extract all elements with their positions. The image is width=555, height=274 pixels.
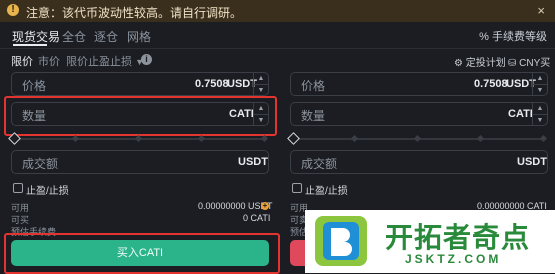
recurring-plan-label: 定投计划 [465, 58, 506, 69]
caret-down-icon[interactable]: ▼ [533, 115, 547, 126]
buy-price-label: 价格 [22, 79, 47, 93]
risk-notice-text: 注意：该代币波动性较高。请自行调研。 [26, 6, 243, 20]
slider-tick[interactable] [260, 134, 269, 143]
fee-level-link[interactable]: % 手续费等级 [479, 28, 547, 44]
close-icon[interactable]: × [537, 3, 545, 18]
deposit-plus-icon[interactable]: + [261, 202, 269, 210]
tab-spot[interactable]: 现货交易 [12, 28, 60, 45]
slider-tick[interactable] [476, 134, 485, 143]
sell-total-unit: USDT [517, 156, 547, 168]
order-type-limit[interactable]: 限价 [11, 53, 33, 69]
risk-notice-bar: ! 注意：该代币波动性较高。请自行调研。 × [0, 0, 555, 22]
sell-amount-field[interactable]: 数量 CATI ▲ ▼ [290, 102, 548, 126]
sell-price-stepper[interactable]: ▲ ▼ [532, 73, 547, 95]
buy-amount-unit: CATI [229, 108, 254, 120]
sell-price-value: 0.7508 [474, 78, 508, 90]
sell-price-label: 价格 [301, 79, 326, 93]
sell-price-field[interactable]: 价格 0.7508 USDT ▲ ▼ [290, 72, 548, 96]
buy-max-value: 0 CATI [243, 213, 271, 223]
buy-total-label: 成交额 [22, 157, 59, 171]
watermark-url: JSKTZ.COM [405, 252, 502, 266]
caret-up-icon[interactable]: ▲ [533, 103, 547, 115]
slider-tick[interactable] [350, 134, 359, 143]
sell-tp-sl-checkbox[interactable] [292, 183, 302, 193]
buy-button[interactable]: 买入CATI [11, 240, 269, 266]
buy-amount-stepper[interactable]: ▲ ▼ [253, 103, 268, 125]
active-tab-indicator [13, 44, 47, 46]
sell-slider-handle[interactable] [287, 132, 300, 145]
watermark-brand: 开拓者奇点 [385, 222, 531, 253]
buy-price-value: 0.7508 [195, 78, 229, 90]
watermark-logo [315, 216, 367, 266]
slider-tick[interactable] [413, 134, 422, 143]
order-type-stop-limit[interactable]: 限价止盈止损 ▼ [66, 53, 144, 69]
tab-isolated-margin[interactable]: 逐仓 [94, 28, 118, 45]
watermark: 开拓者奇点 JSKTZ.COM [305, 210, 555, 273]
buy-amount-field[interactable]: 数量 CATI ▲ ▼ [11, 102, 269, 126]
plan-icon: ⚙ [454, 58, 463, 69]
caret-up-icon[interactable]: ▲ [254, 73, 268, 85]
sell-available-value: 0.00000000 CATI [477, 201, 547, 211]
buy-tp-sl-label[interactable]: 止盈/止损 [26, 182, 69, 197]
tab-grid[interactable]: 网格 [127, 28, 151, 45]
sell-tp-sl-label[interactable]: 止盈/止损 [305, 182, 348, 197]
sell-total-label: 成交额 [301, 157, 338, 171]
buy-total-unit: USDT [238, 156, 268, 168]
warning-icon: ! [7, 4, 19, 16]
caret-down-icon[interactable]: ▼ [254, 115, 268, 126]
caret-down-icon[interactable]: ▼ [533, 85, 547, 96]
caret-down-icon[interactable]: ▼ [254, 85, 268, 96]
fee-level-label: 手续费等级 [492, 31, 547, 43]
buy-tp-sl-checkbox[interactable] [13, 183, 23, 193]
divider [0, 48, 555, 49]
order-type-market[interactable]: 市价 [38, 53, 60, 69]
order-type-stop-limit-label: 限价止盈止损 [66, 56, 132, 68]
sell-amount-label: 数量 [301, 109, 326, 123]
sell-amount-stepper[interactable]: ▲ ▼ [532, 103, 547, 125]
recurring-plan-link[interactable]: ⚙ 定投计划 [454, 54, 506, 69]
sell-total-field[interactable]: 成交额 USDT [290, 150, 548, 174]
buy-price-stepper[interactable]: ▲ ▼ [253, 73, 268, 95]
currency-icon: ⛁ [508, 58, 517, 69]
caret-up-icon[interactable]: ▲ [254, 103, 268, 115]
tab-cross-margin[interactable]: 全仓 [62, 28, 86, 45]
info-icon[interactable]: i [141, 54, 152, 65]
percent-icon: % [479, 31, 489, 43]
slider-tick[interactable] [134, 134, 143, 143]
sell-amount-unit: CATI [508, 108, 533, 120]
caret-up-icon[interactable]: ▲ [533, 73, 547, 85]
buy-total-field[interactable]: 成交额 USDT [11, 150, 269, 174]
slider-tick[interactable] [539, 134, 548, 143]
buy-amount-label: 数量 [22, 109, 47, 123]
slider-tick[interactable] [197, 134, 206, 143]
slider-tick[interactable] [71, 134, 80, 143]
buy-price-field[interactable]: 价格 0.7508 USDT ▲ ▼ [11, 72, 269, 96]
